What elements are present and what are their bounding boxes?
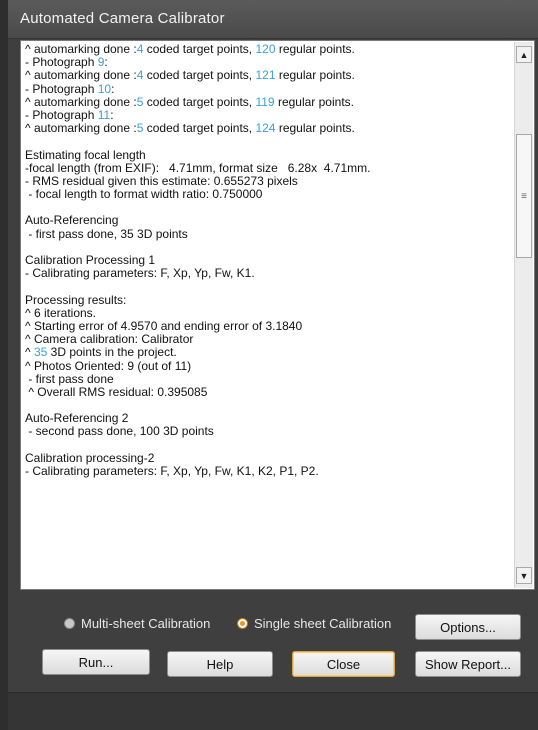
log-highlight-value: 121 (255, 68, 276, 83)
triangle-up-icon: ▲ (519, 49, 529, 60)
log-text-segment: coded target points, (143, 121, 256, 136)
log-text-segment: ^ automarking done : (25, 43, 137, 56)
help-button[interactable]: Help (167, 651, 273, 677)
log-text-segment: : (111, 81, 115, 96)
log-text-segment: - focal length to format width ratio: 0.… (25, 187, 263, 202)
log-text-segment: Calibration Processing 1 (25, 253, 156, 267)
log-text-segment: ^ (25, 345, 34, 360)
log-text-segment: Calibration processing-2 (25, 450, 155, 465)
log-text-segment: - Calibrating parameters: F, Xp, Yp, Fw,… (25, 464, 319, 478)
log-text-segment: ^ automarking done : (25, 94, 137, 109)
log-text-segment: - RMS residual given this estimate: 0.65… (25, 173, 298, 188)
log-line: - Calibrating parameters: F, Xp, Yp, Fw,… (25, 267, 515, 280)
grip-lines-icon: ≡ (521, 190, 527, 202)
multi-sheet-radio[interactable]: Multi-sheet Calibration (64, 616, 210, 631)
log-text-segment: - Calibrating parameters: F, Xp, Yp, Fw,… (25, 266, 255, 281)
log-text-segment: coded target points, (143, 43, 256, 56)
log-text-segment: ^ Photos Oriented: 9 (out of 11) (25, 358, 192, 373)
log-text-segment: coded target points, (143, 94, 256, 109)
log-line: - Calibrating parameters: F, Xp, Yp, Fw,… (25, 464, 515, 478)
log-highlight-value: 119 (255, 94, 275, 109)
log-text-segment: coded target points, (143, 68, 256, 83)
run-button[interactable]: Run... (42, 649, 150, 675)
title-bar[interactable]: Automated Camera Calibrator (8, 0, 538, 39)
log-text-segment: ^ automarking done : (25, 121, 137, 136)
scrollbar-thumb[interactable]: ≡ (516, 134, 532, 258)
triangle-down-icon: ▼ (519, 570, 529, 581)
log-text-segment: ^ Starting error of 4.9570 and ending er… (25, 318, 303, 333)
log-highlight-value: 35 (33, 345, 48, 360)
log-text-segment: 3D points in the project. (47, 345, 177, 360)
log-highlight-value: 10 (97, 81, 112, 96)
log-text-segment: ^ 6 iterations. (25, 305, 96, 320)
single-sheet-label: Single sheet Calibration (254, 616, 392, 631)
log-line: Processing results: (25, 292, 515, 307)
log-text-segment: - Photograph (25, 81, 98, 96)
log-highlight-value: 11 (97, 107, 111, 122)
log-text-segment: Processing results: (25, 292, 127, 307)
log-text-segment: Estimating focal length (25, 147, 146, 162)
radio-unchecked-icon[interactable] (64, 618, 75, 629)
log-highlight-value: 124 (255, 121, 276, 136)
log-text: ^ automarking done :4 coded target point… (25, 43, 515, 588)
status-bar (8, 692, 538, 730)
log-text-segment: Auto-Referencing (25, 213, 119, 228)
single-sheet-radio[interactable]: Single sheet Calibration (237, 616, 391, 631)
log-text-segment: ^ automarking done : (25, 68, 137, 83)
multi-sheet-label: Multi-sheet Calibration (81, 616, 211, 631)
controls-area: Multi-sheet Calibration Single sheet Cal… (8, 592, 538, 690)
log-text-segment: - first pass done, 35 3D points (25, 226, 188, 241)
show-report-button[interactable]: Show Report... (415, 651, 521, 677)
log-text-segment: regular points. (275, 121, 355, 136)
log-text-segment: regular points. (275, 68, 355, 83)
radio-checked-icon[interactable] (237, 618, 248, 629)
scroll-up-button[interactable]: ▲ (516, 46, 532, 63)
log-text-segment: : (110, 107, 114, 122)
log-text-segment: - Photograph (25, 55, 98, 70)
log-panel: ^ automarking done :4 coded target point… (20, 40, 535, 590)
log-text-segment: Auto-Referencing 2 (25, 411, 129, 426)
calibrator-window: Automated Camera Calibrator ^ automarkin… (8, 0, 538, 730)
vertical-scrollbar[interactable]: ▲ ≡ ▼ (514, 42, 533, 588)
log-text-segment: - Photograph (25, 107, 98, 122)
scroll-down-button[interactable]: ▼ (516, 567, 532, 584)
log-text-segment: -focal length (from EXIF): 4.71mm, forma… (25, 160, 371, 175)
window-title: Automated Camera Calibrator (20, 10, 225, 27)
log-highlight-value: 120 (255, 43, 276, 56)
log-text-segment: regular points. (275, 43, 355, 56)
log-text-segment: - first pass done (25, 371, 114, 386)
log-text-segment: - second pass done, 100 3D points (25, 424, 214, 439)
log-text-segment: ^ Camera calibration: Calibrator (25, 332, 194, 347)
log-text-segment: ^ Overall RMS residual: 0.395085 (25, 384, 208, 399)
options-button[interactable]: Options... (415, 614, 521, 640)
log-line: - focal length to format width ratio: 0.… (25, 187, 515, 202)
log-text-segment: : (104, 55, 108, 70)
close-button[interactable]: Close (292, 651, 395, 677)
log-line: ^ automarking done :5 coded target point… (25, 122, 515, 135)
log-line: - second pass done, 100 3D points (25, 425, 515, 438)
log-line: - first pass done, 35 3D points (25, 226, 515, 241)
log-line: ^ Overall RMS residual: 0.395085 (25, 384, 515, 399)
log-text-segment: regular points. (274, 94, 354, 109)
